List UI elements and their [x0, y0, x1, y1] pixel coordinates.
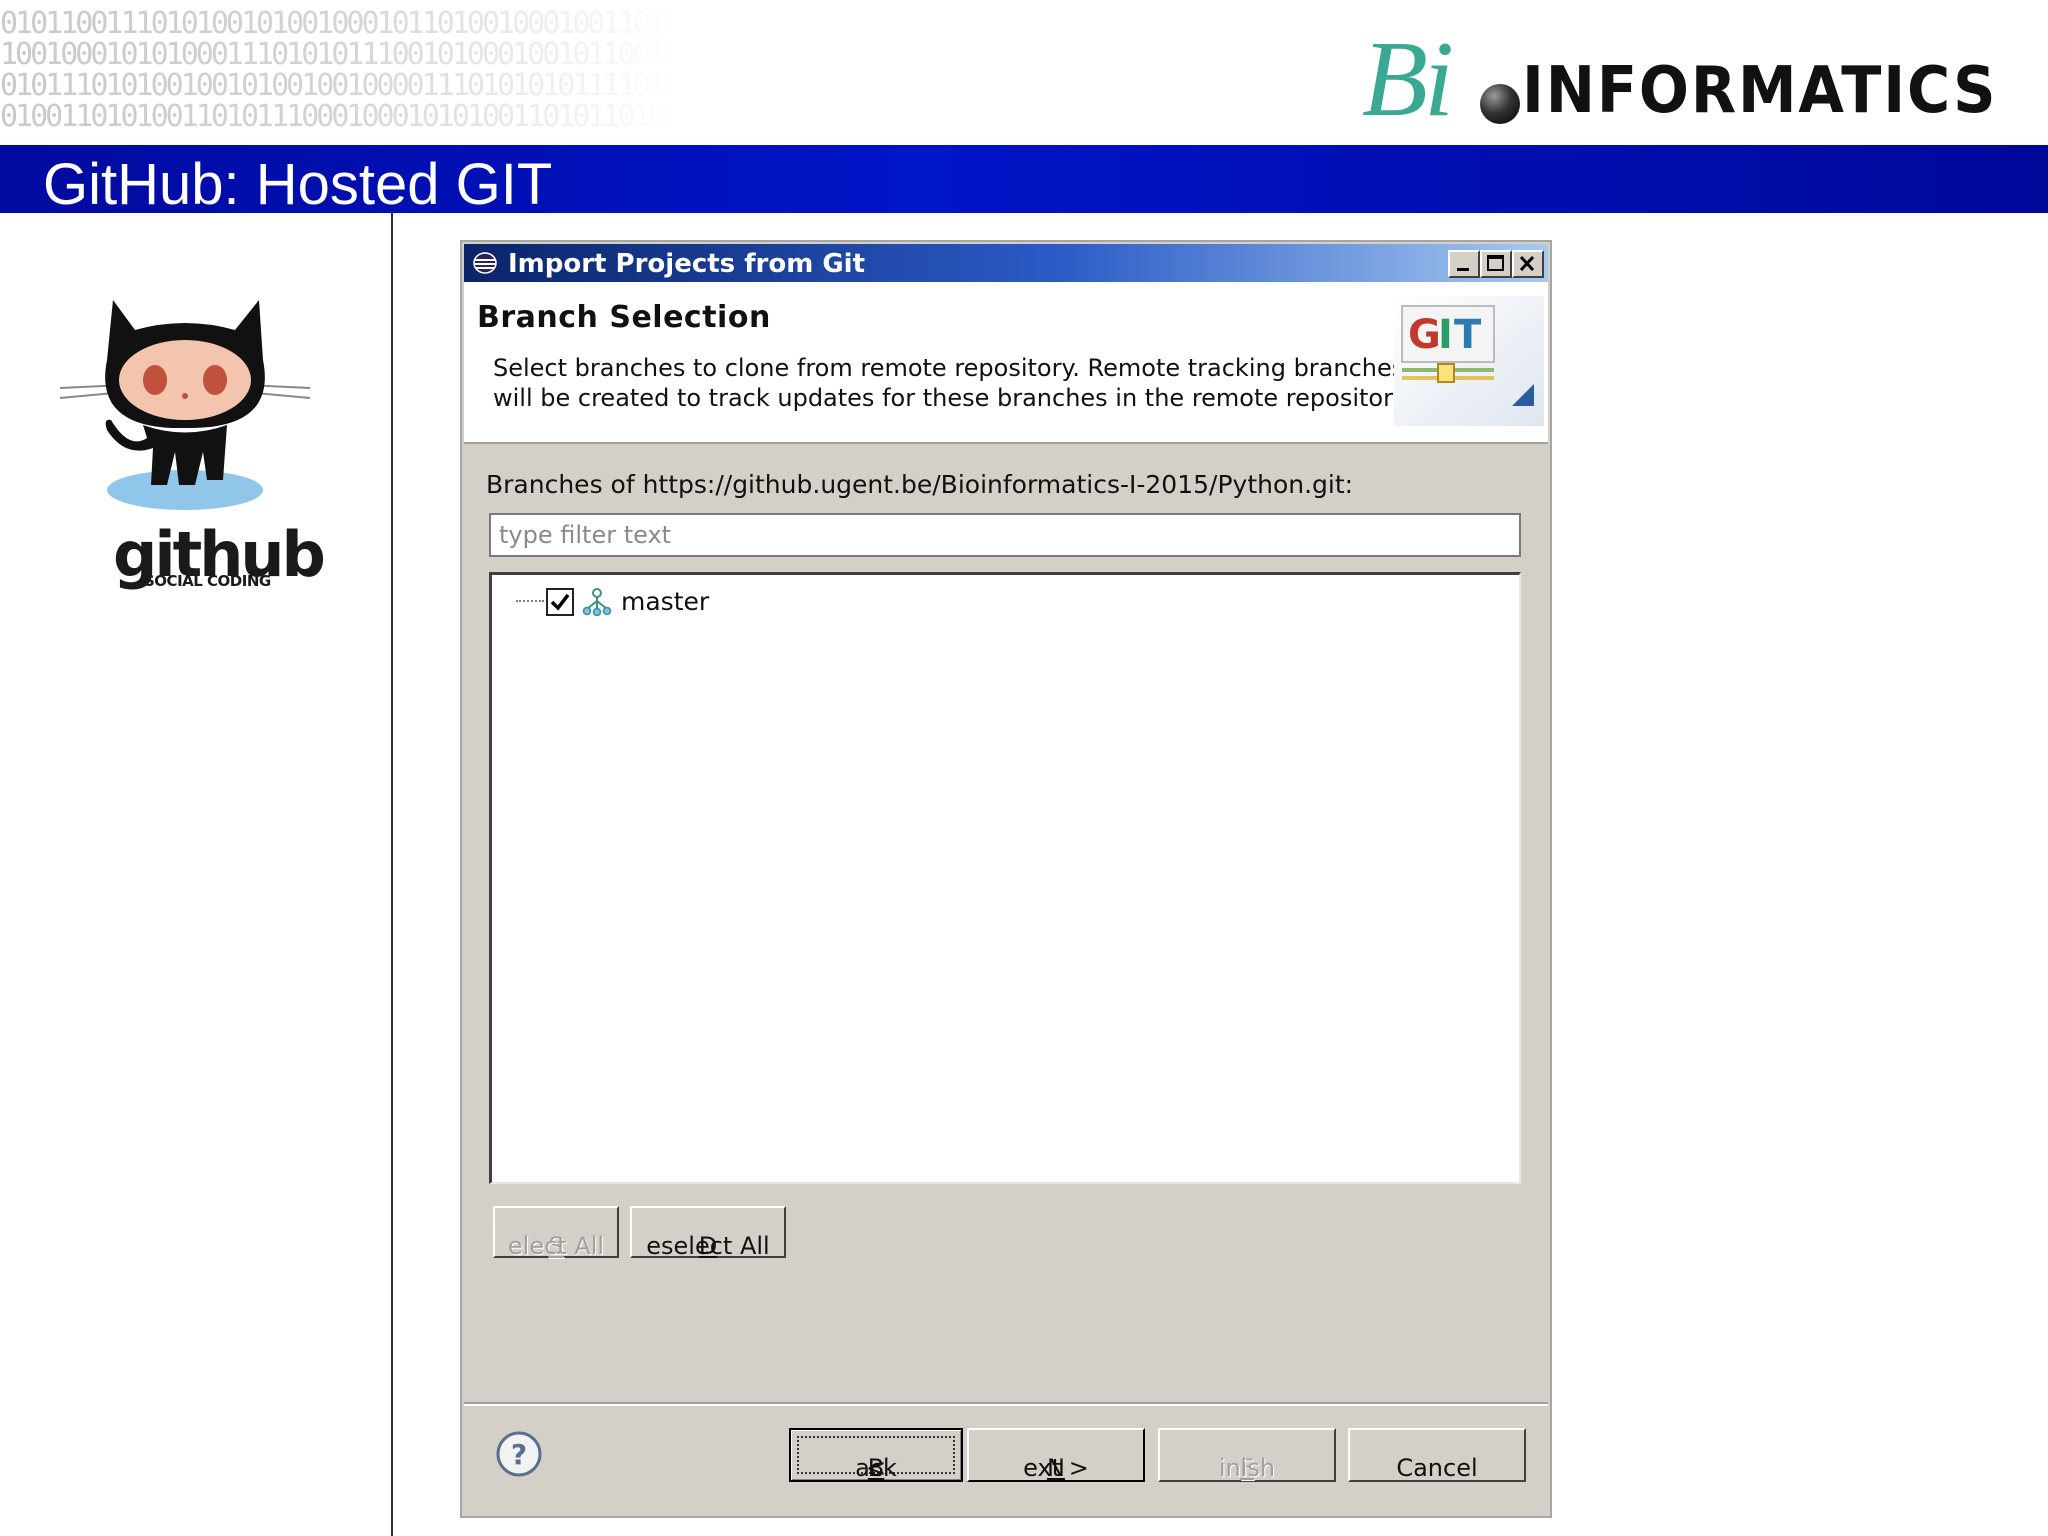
svg-text:?: ? [511, 1438, 527, 1471]
tree-item-master[interactable]: master [516, 583, 816, 619]
dialog-titlebar[interactable]: Import Projects from Git [464, 244, 1548, 282]
logo-ball-icon [1480, 84, 1520, 124]
bioinformatics-logo: Bi INFORMATICS [1362, 20, 2022, 139]
back-button[interactable]: < Back [789, 1428, 963, 1482]
page-description: Select branches to clone from remote rep… [493, 354, 1405, 382]
finish-button[interactable]: Finish [1158, 1428, 1336, 1482]
deselect-all-button[interactable]: Deselect All [630, 1206, 786, 1260]
cancel-button[interactable]: Cancel [1348, 1428, 1526, 1482]
next-button[interactable]: Next > [967, 1428, 1145, 1482]
close-icon[interactable] [1512, 250, 1544, 278]
import-dialog: Import Projects from Git Branch Selectio… [460, 240, 1552, 1518]
help-icon[interactable]: ? [495, 1430, 543, 1478]
logo-prefix: Bi [1362, 20, 1454, 139]
page-title: Branch Selection [477, 300, 771, 335]
svg-text:I: I [1438, 312, 1453, 358]
github-tagline: SOCIAL CODING [144, 572, 271, 590]
wizard-header: Branch Selection Select branches to clon… [464, 282, 1548, 444]
footer-separator [464, 1402, 1548, 1406]
logo-suffix: INFORMATICS [1522, 54, 1998, 128]
maximize-icon[interactable] [1480, 250, 1512, 278]
slide-title: GitHub: Hosted GIT [43, 152, 553, 217]
select-all-button[interactable]: Select All [493, 1206, 619, 1260]
tree-connector-line [516, 600, 544, 602]
checkmark-icon [550, 593, 570, 611]
slide-divider [391, 213, 393, 1536]
slide-title-bar: GitHub: Hosted GIT [0, 145, 2048, 217]
branch-icon [582, 588, 612, 617]
git-banner-icon: G I T [1394, 296, 1544, 426]
eclipse-icon [473, 252, 497, 274]
master-checkbox[interactable] [546, 588, 574, 616]
branches-label: Branches of https://github.ugent.be/Bioi… [486, 470, 1354, 499]
filter-input[interactable] [489, 513, 1521, 557]
page-description: will be created to track updates for the… [493, 384, 1412, 412]
dialog-title: Import Projects from Git [508, 249, 866, 279]
svg-text:G: G [1408, 312, 1441, 358]
minimize-icon[interactable] [1448, 250, 1480, 278]
branch-name: master [621, 587, 710, 616]
svg-text:T: T [1454, 312, 1482, 358]
branch-tree[interactable]: master [489, 572, 1521, 1184]
binary-fade-overlay [0, 8, 680, 138]
binary-background: 0101100111010100101001000101101001000100… [0, 8, 680, 138]
